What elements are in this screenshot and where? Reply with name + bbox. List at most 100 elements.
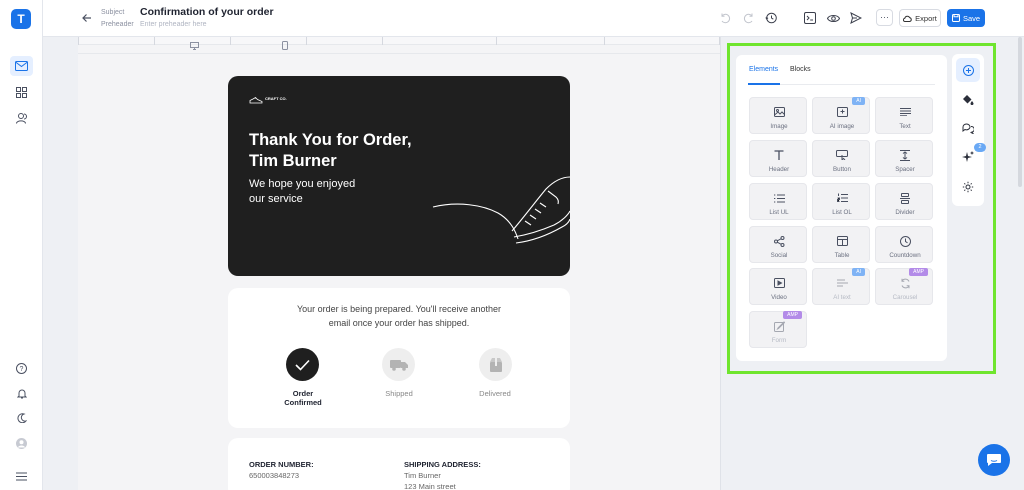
element-list-ul[interactable]: List UL	[749, 183, 807, 220]
mail-icon[interactable]	[10, 56, 33, 76]
step-delivered-label: Delivered	[479, 389, 511, 398]
code-icon[interactable]	[803, 11, 817, 25]
table-icon	[813, 234, 871, 248]
ai-image-icon	[813, 105, 871, 119]
save-label: Save	[962, 13, 981, 23]
element-table[interactable]: Table	[812, 226, 870, 263]
video-icon	[750, 276, 808, 290]
chat-bubble-icon	[987, 454, 1001, 466]
element-divider[interactable]: Divider	[875, 183, 933, 220]
panel-scrollbar[interactable]	[1018, 37, 1022, 187]
mobile-view-icon[interactable]	[280, 41, 290, 50]
bell-icon[interactable]	[10, 383, 33, 403]
button-icon	[813, 148, 871, 162]
hero-subtitle-line2: our service	[249, 193, 303, 205]
tab-elements[interactable]: Elements	[749, 66, 778, 73]
hero-banner[interactable]: CRAFT CO. Thank You for Order, Tim Burne…	[228, 76, 570, 276]
element-ai-image[interactable]: AI AI image	[812, 97, 870, 134]
redo-icon[interactable]	[741, 11, 755, 25]
divider-icon	[876, 191, 934, 205]
order-confirmed-check-icon	[286, 348, 319, 381]
step-shipped-label: Shipped	[385, 389, 413, 398]
save-button[interactable]: Save	[947, 9, 985, 27]
element-list-ol[interactable]: List OL	[812, 183, 870, 220]
form-icon	[750, 319, 808, 333]
comments-icon[interactable]	[956, 116, 980, 140]
active-tab-indicator	[748, 83, 780, 85]
list-ul-icon	[750, 191, 808, 205]
element-header[interactable]: Header	[749, 140, 807, 177]
order-number-label: ORDER NUMBER:	[249, 460, 314, 469]
ai-text-icon	[813, 276, 871, 290]
element-countdown[interactable]: Countdown	[875, 226, 933, 263]
element-image[interactable]: Image	[749, 97, 807, 134]
canvas-top-line	[78, 53, 720, 54]
amp-badge: AMP	[783, 311, 802, 319]
social-icon	[750, 234, 808, 248]
shipping-name: Tim Burner	[404, 471, 441, 480]
brand-name: CRAFT CO.	[265, 96, 287, 101]
element-text[interactable]: Text	[875, 97, 933, 134]
order-status-card[interactable]: Your order is being prepared. You'll rec…	[228, 288, 570, 428]
avatar-icon[interactable]	[10, 433, 33, 453]
spacer-icon	[876, 148, 934, 162]
shipping-street: 123 Main street	[404, 482, 456, 490]
add-circle-icon[interactable]	[956, 58, 980, 82]
left-rail: T ?	[0, 0, 43, 490]
status-message-line1: Your order is being prepared. You'll rec…	[296, 304, 502, 314]
paint-bucket-icon[interactable]	[956, 87, 980, 111]
export-label: Export	[915, 13, 937, 23]
element-social[interactable]: Social	[749, 226, 807, 263]
settings-icon[interactable]	[956, 175, 980, 199]
blocks-icon[interactable]	[10, 82, 33, 102]
element-carousel[interactable]: AMP Carousel	[875, 268, 933, 305]
menu-icon[interactable]	[10, 466, 33, 486]
comments-count-badge: 2	[974, 143, 986, 152]
hero-title-line2: Tim Burner	[249, 152, 337, 170]
order-details-card[interactable]: ORDER NUMBER: 650003848273 SHIPPING ADDR…	[228, 438, 570, 490]
structure-ruler	[78, 37, 720, 45]
help-icon[interactable]: ?	[10, 358, 33, 378]
back-arrow-icon[interactable]	[80, 11, 94, 25]
order-number-value: 650003848273	[249, 471, 300, 480]
subject-field[interactable]: Confirmation of your order	[140, 6, 274, 18]
image-icon	[750, 105, 808, 119]
element-button[interactable]: Button	[812, 140, 870, 177]
list-ol-icon	[813, 191, 871, 205]
save-icon	[951, 14, 960, 22]
canvas-divider	[720, 37, 721, 490]
preheader-label: Preheader	[101, 21, 134, 28]
element-spacer[interactable]: Spacer	[875, 140, 933, 177]
tab-blocks[interactable]: Blocks	[790, 66, 811, 73]
ai-badge: AI	[852, 268, 865, 276]
more-options-button[interactable]: ···	[876, 9, 893, 26]
countdown-icon	[876, 234, 934, 248]
undo-icon[interactable]	[718, 11, 732, 25]
hero-title-line1: Thank You for Order,	[249, 131, 412, 149]
preview-eye-icon[interactable]	[826, 11, 840, 25]
history-icon[interactable]	[764, 11, 778, 25]
text-icon	[876, 105, 934, 119]
shipped-truck-icon	[382, 348, 415, 381]
preheader-field[interactable]: Enter preheader here	[140, 21, 207, 28]
subject-label: Subject	[101, 9, 125, 16]
desktop-view-icon[interactable]	[189, 41, 199, 50]
element-form[interactable]: AMP Form	[749, 311, 807, 348]
step-order-confirmed-label: Order Confirmed	[284, 389, 322, 407]
element-video[interactable]: Video	[749, 268, 807, 305]
support-chat-button[interactable]	[978, 444, 1010, 476]
users-icon[interactable]	[10, 108, 33, 128]
shipping-address-label: SHIPPING ADDRESS:	[404, 460, 481, 469]
elements-panel: Elements Blocks Image AI AI image Text H…	[736, 55, 947, 361]
brand-shoe-logo	[249, 96, 263, 104]
sneaker-illustration	[432, 176, 570, 244]
side-tools	[952, 54, 984, 206]
hero-subtitle-line1: We hope you enjoyed	[249, 178, 356, 190]
element-ai-text[interactable]: AI AI text	[812, 268, 870, 305]
app-logo[interactable]: T	[11, 9, 31, 29]
moon-icon[interactable]	[10, 408, 33, 428]
carousel-icon	[876, 276, 934, 290]
status-message-line2: email once your order has shipped.	[328, 318, 470, 328]
send-icon[interactable]	[849, 11, 863, 25]
export-button[interactable]: Export	[899, 9, 941, 27]
